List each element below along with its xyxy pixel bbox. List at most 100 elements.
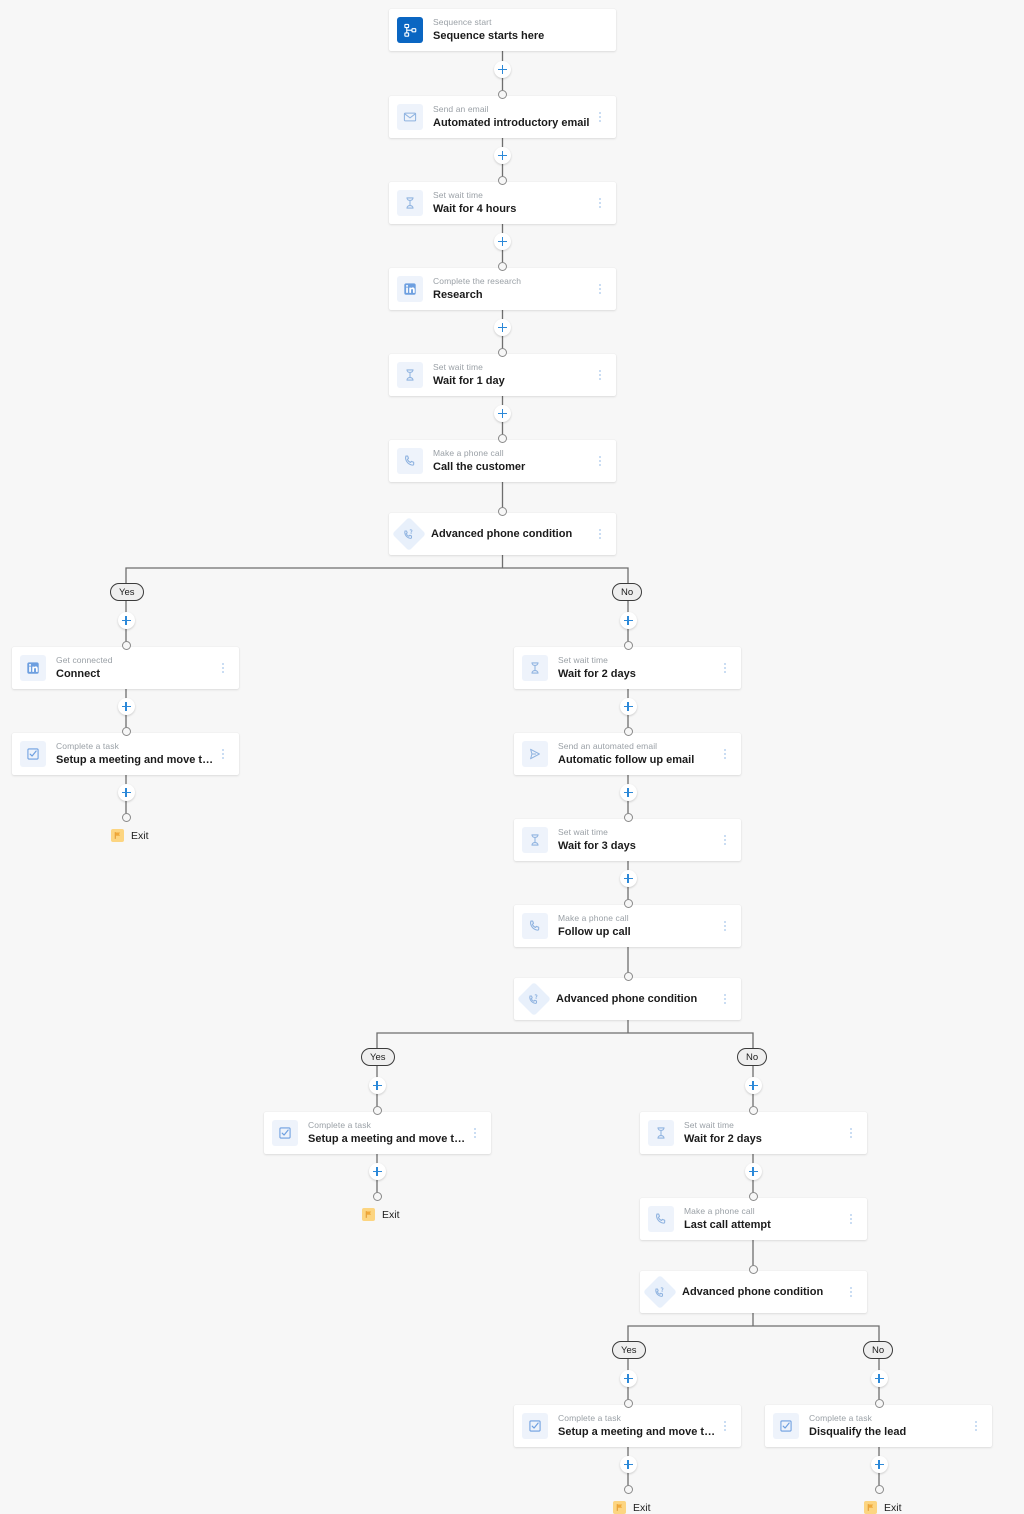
node-subtitle: Set wait time [558,655,608,665]
node-more-options-button[interactable] [719,1417,731,1435]
branch-label-yes-1[interactable]: Yes [110,583,144,601]
node-complete-a-task-setup-meeting-3[interactable]: Complete a task Setup a meeting and move… [514,1405,741,1447]
node-follow-up-call[interactable]: Make a phone call Follow up call [514,905,741,947]
connector-port [498,434,507,443]
hourglass-icon [522,655,548,681]
branch-label-no-3[interactable]: No [863,1341,894,1359]
node-more-options-button[interactable] [594,525,606,543]
add-step-button[interactable] [870,1456,888,1473]
node-title: Advanced phone condition [682,1286,824,1298]
node-advanced-phone-condition-2[interactable]: Advanced phone condition [514,978,741,1020]
add-step-button[interactable] [368,1163,386,1180]
add-step-button[interactable] [368,1077,386,1094]
node-subtitle: Make a phone call [684,1206,755,1216]
add-step-button[interactable] [619,698,637,715]
node-more-options-button[interactable] [594,452,606,470]
node-advanced-phone-condition-1[interactable]: Advanced phone condition [389,513,616,555]
node-subtitle: Send an email [433,104,489,114]
node-get-connected[interactable]: Get connected Connect [12,647,239,689]
add-step-button[interactable] [619,784,637,801]
node-send-an-email[interactable]: Send an email Automated introductory ema… [389,96,616,138]
flag-icon [111,829,124,842]
connector-port [623,727,633,736]
exit-node-2[interactable]: Exit [362,1208,400,1221]
node-more-options-button[interactable] [594,366,606,384]
add-step-button[interactable] [117,784,135,801]
node-title: Call the customer [433,461,526,473]
exit-label: Exit [633,1501,651,1514]
node-more-options-button[interactable] [594,194,606,212]
node-set-wait-time-4h[interactable]: Set wait time Wait for 4 hours [389,182,616,224]
add-step-button[interactable] [619,870,637,887]
node-more-options-button[interactable] [845,1124,857,1142]
branch-label-no-1[interactable]: No [612,583,643,601]
add-step-button[interactable] [494,147,511,164]
add-step-button[interactable] [494,233,511,250]
add-step-button[interactable] [117,612,135,629]
node-set-wait-time-2d-b[interactable]: Set wait time Wait for 2 days [640,1112,867,1154]
branch-label-no-2[interactable]: No [737,1048,768,1066]
exit-node-3[interactable]: Exit [613,1501,651,1514]
exit-label: Exit [884,1501,902,1514]
node-title: Wait for 1 day [433,375,505,387]
node-more-options-button[interactable] [845,1283,857,1301]
node-more-options-button[interactable] [719,745,731,763]
node-set-wait-time-2d-a[interactable]: Set wait time Wait for 2 days [514,647,741,689]
node-title: Wait for 2 days [558,668,636,680]
connector-port [498,262,507,271]
phone-icon [648,1206,674,1232]
branch-label-yes-3[interactable]: Yes [612,1341,646,1359]
exit-node-4[interactable]: Exit [864,1501,902,1514]
node-more-options-button[interactable] [719,659,731,677]
node-text: Set wait time Wait for 4 hours [433,190,594,216]
node-more-options-button[interactable] [719,831,731,849]
node-complete-the-research[interactable]: Complete the research Research [389,268,616,310]
node-more-options-button[interactable] [845,1210,857,1228]
add-step-button[interactable] [494,61,511,78]
add-step-button[interactable] [619,1370,637,1387]
node-more-options-button[interactable] [217,745,229,763]
node-more-options-button[interactable] [469,1124,481,1142]
exit-node-1[interactable]: Exit [111,829,149,842]
node-set-wait-time-3d[interactable]: Set wait time Wait for 3 days [514,819,741,861]
node-more-options-button[interactable] [217,659,229,677]
node-complete-a-task-setup-meeting-1[interactable]: Complete a task Setup a meeting and move… [12,733,239,775]
node-more-options-button[interactable] [594,280,606,298]
node-advanced-phone-condition-3[interactable]: Advanced phone condition [640,1271,867,1313]
add-step-button[interactable] [744,1077,762,1094]
node-last-call-attempt[interactable]: Make a phone call Last call attempt [640,1198,867,1240]
add-step-button[interactable] [744,1163,762,1180]
phone-icon [522,913,548,939]
node-send-automated-email[interactable]: Send an automated email Automatic follow… [514,733,741,775]
add-step-button[interactable] [870,1370,888,1387]
exit-label: Exit [131,829,149,842]
add-step-button[interactable] [619,612,637,629]
node-text: Set wait time Wait for 2 days [558,655,719,681]
node-more-options-button[interactable] [594,108,606,126]
node-disqualify-the-lead[interactable]: Complete a task Disqualify the lead [765,1405,992,1447]
add-step-button[interactable] [619,1456,637,1473]
node-title: Last call attempt [684,1219,771,1231]
node-complete-a-task-setup-meeting-2[interactable]: Complete a task Setup a meeting and move… [264,1112,491,1154]
node-text: Make a phone call Call the customer [433,448,594,474]
node-title: Advanced phone condition [431,528,573,540]
node-make-a-phone-call[interactable]: Make a phone call Call the customer [389,440,616,482]
hourglass-icon [522,827,548,853]
branch-label-yes-2[interactable]: Yes [361,1048,395,1066]
node-more-options-button[interactable] [719,990,731,1008]
connector-port [498,507,507,516]
node-text: Set wait time Wait for 1 day [433,362,594,388]
node-title: Sequence starts here [433,30,545,42]
node-more-options-button[interactable] [970,1417,982,1435]
node-text: Send an automated email Automatic follow… [558,741,719,767]
add-step-button[interactable] [494,405,511,422]
flag-icon [613,1501,626,1514]
add-step-button[interactable] [494,319,511,336]
node-title: Wait for 2 days [684,1133,762,1145]
node-set-wait-time-1d[interactable]: Set wait time Wait for 1 day [389,354,616,396]
node-more-options-button[interactable] [719,917,731,935]
add-step-button[interactable] [117,698,135,715]
node-subtitle: Make a phone call [558,913,629,923]
node-subtitle: Set wait time [433,362,483,372]
node-sequence-start[interactable]: Sequence start Sequence starts here [389,9,616,51]
